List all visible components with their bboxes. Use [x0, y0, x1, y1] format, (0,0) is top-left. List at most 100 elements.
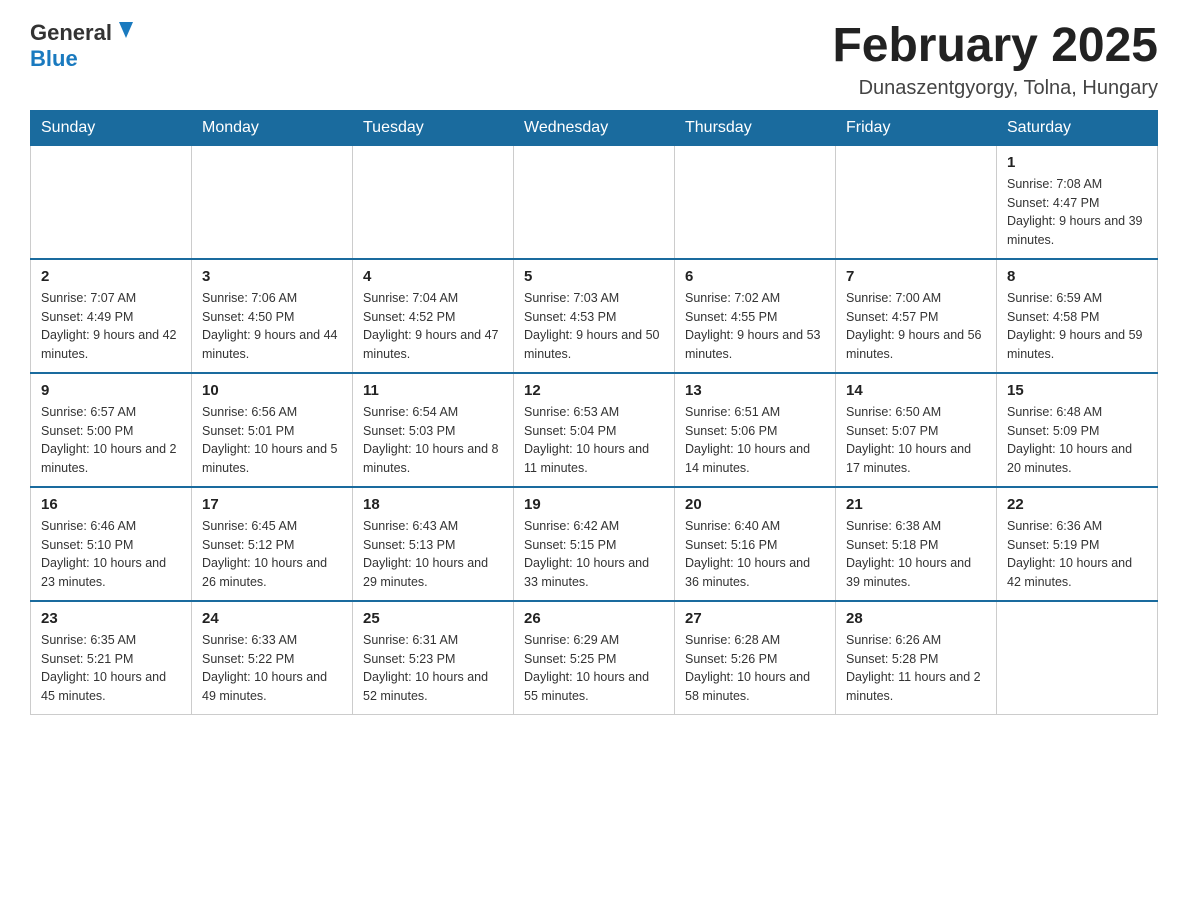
calendar-day-cell: 20 Sunrise: 6:40 AMSunset: 5:16 PMDayligh… [675, 487, 836, 601]
day-info: Sunrise: 7:07 AMSunset: 4:49 PMDaylight:… [41, 289, 181, 364]
day-number: 19 [524, 496, 664, 513]
day-info: Sunrise: 6:57 AMSunset: 5:00 PMDaylight:… [41, 403, 181, 478]
day-number: 24 [202, 610, 342, 627]
day-info: Sunrise: 6:43 AMSunset: 5:13 PMDaylight:… [363, 517, 503, 592]
day-of-week-header: Tuesday [353, 110, 514, 145]
day-info: Sunrise: 7:06 AMSunset: 4:50 PMDaylight:… [202, 289, 342, 364]
calendar-week-row: 1 Sunrise: 7:08 AMSunset: 4:47 PMDaylight… [31, 145, 1158, 259]
page-header: General Blue February 2025 Dunaszentgyor… [30, 20, 1158, 100]
day-info: Sunrise: 6:54 AMSunset: 5:03 PMDaylight:… [363, 403, 503, 478]
day-number: 13 [685, 382, 825, 399]
day-number: 23 [41, 610, 181, 627]
calendar-day-cell: 27 Sunrise: 6:28 AMSunset: 5:26 PMDayligh… [675, 601, 836, 715]
calendar-day-cell: 18 Sunrise: 6:43 AMSunset: 5:13 PMDayligh… [353, 487, 514, 601]
day-number: 6 [685, 268, 825, 285]
day-number: 18 [363, 496, 503, 513]
calendar-week-row: 16 Sunrise: 6:46 AMSunset: 5:10 PMDayligh… [31, 487, 1158, 601]
day-of-week-header: Friday [836, 110, 997, 145]
day-of-week-header: Saturday [997, 110, 1158, 145]
day-info: Sunrise: 7:00 AMSunset: 4:57 PMDaylight:… [846, 289, 986, 364]
calendar-day-cell: 10Sunrise: 6:56 AMSunset: 5:01 PMDayligh… [192, 373, 353, 487]
calendar-day-cell [997, 601, 1158, 715]
day-number: 8 [1007, 268, 1147, 285]
calendar-day-cell [31, 145, 192, 259]
calendar-day-cell: 1 Sunrise: 7:08 AMSunset: 4:47 PMDaylight… [997, 145, 1158, 259]
calendar-day-cell [836, 145, 997, 259]
day-number: 11 [363, 382, 503, 399]
day-info: Sunrise: 6:45 AMSunset: 5:12 PMDaylight:… [202, 517, 342, 592]
day-number: 26 [524, 610, 664, 627]
day-of-week-header: Thursday [675, 110, 836, 145]
calendar-day-cell: 16 Sunrise: 6:46 AMSunset: 5:10 PMDayligh… [31, 487, 192, 601]
calendar-day-cell: 17 Sunrise: 6:45 AMSunset: 5:12 PMDayligh… [192, 487, 353, 601]
calendar-day-cell: 12 Sunrise: 6:53 AMSunset: 5:04 PMDayligh… [514, 373, 675, 487]
calendar-day-cell [192, 145, 353, 259]
calendar-day-cell: 8 Sunrise: 6:59 AMSunset: 4:58 PMDaylight… [997, 259, 1158, 373]
calendar-day-cell: 19 Sunrise: 6:42 AMSunset: 5:15 PMDayligh… [514, 487, 675, 601]
calendar-day-cell: 5Sunrise: 7:03 AMSunset: 4:53 PMDaylight… [514, 259, 675, 373]
location-subtitle: Dunaszentgyorgy, Tolna, Hungary [832, 77, 1158, 100]
day-info: Sunrise: 6:38 AMSunset: 5:18 PMDaylight:… [846, 517, 986, 592]
calendar-day-cell [353, 145, 514, 259]
day-number: 25 [363, 610, 503, 627]
day-number: 27 [685, 610, 825, 627]
calendar-day-cell [514, 145, 675, 259]
day-number: 2 [41, 268, 181, 285]
day-number: 22 [1007, 496, 1147, 513]
day-of-week-header: Sunday [31, 110, 192, 145]
logo: General Blue [30, 20, 137, 72]
day-of-week-header: Wednesday [514, 110, 675, 145]
day-number: 16 [41, 496, 181, 513]
calendar-day-cell: 3 Sunrise: 7:06 AMSunset: 4:50 PMDaylight… [192, 259, 353, 373]
logo-general-text: General [30, 20, 112, 46]
title-area: February 2025 Dunaszentgyorgy, Tolna, Hu… [832, 20, 1158, 100]
day-info: Sunrise: 7:03 AMSunset: 4:53 PMDaylight:… [524, 289, 664, 364]
calendar-week-row: 2 Sunrise: 7:07 AMSunset: 4:49 PMDaylight… [31, 259, 1158, 373]
day-info: Sunrise: 6:51 AMSunset: 5:06 PMDaylight:… [685, 403, 825, 478]
calendar-day-cell: 7 Sunrise: 7:00 AMSunset: 4:57 PMDaylight… [836, 259, 997, 373]
day-number: 7 [846, 268, 986, 285]
day-number: 1 [1007, 154, 1147, 171]
day-info: Sunrise: 6:42 AMSunset: 5:15 PMDaylight:… [524, 517, 664, 592]
calendar-day-cell: 14Sunrise: 6:50 AMSunset: 5:07 PMDayligh… [836, 373, 997, 487]
day-info: Sunrise: 7:04 AMSunset: 4:52 PMDaylight:… [363, 289, 503, 364]
day-of-week-header: Monday [192, 110, 353, 145]
calendar-week-row: 9 Sunrise: 6:57 AMSunset: 5:00 PMDaylight… [31, 373, 1158, 487]
day-number: 20 [685, 496, 825, 513]
day-info: Sunrise: 6:29 AMSunset: 5:25 PMDaylight:… [524, 631, 664, 706]
logo-arrow-icon [115, 20, 137, 45]
day-number: 10 [202, 382, 342, 399]
day-info: Sunrise: 6:26 AMSunset: 5:28 PMDaylight:… [846, 631, 986, 706]
day-number: 17 [202, 496, 342, 513]
day-info: Sunrise: 6:36 AMSunset: 5:19 PMDaylight:… [1007, 517, 1147, 592]
calendar-week-row: 23 Sunrise: 6:35 AMSunset: 5:21 PMDayligh… [31, 601, 1158, 715]
day-number: 28 [846, 610, 986, 627]
day-info: Sunrise: 6:48 AMSunset: 5:09 PMDaylight:… [1007, 403, 1147, 478]
calendar-day-cell: 11 Sunrise: 6:54 AMSunset: 5:03 PMDayligh… [353, 373, 514, 487]
day-info: Sunrise: 6:35 AMSunset: 5:21 PMDaylight:… [41, 631, 181, 706]
day-number: 21 [846, 496, 986, 513]
calendar-day-cell: 28 Sunrise: 6:26 AMSunset: 5:28 PMDayligh… [836, 601, 997, 715]
day-number: 3 [202, 268, 342, 285]
month-title: February 2025 [832, 20, 1158, 73]
calendar-day-cell [675, 145, 836, 259]
day-number: 9 [41, 382, 181, 399]
day-info: Sunrise: 6:28 AMSunset: 5:26 PMDaylight:… [685, 631, 825, 706]
day-info: Sunrise: 6:46 AMSunset: 5:10 PMDaylight:… [41, 517, 181, 592]
day-info: Sunrise: 6:31 AMSunset: 5:23 PMDaylight:… [363, 631, 503, 706]
day-number: 4 [363, 268, 503, 285]
calendar-day-cell: 2 Sunrise: 7:07 AMSunset: 4:49 PMDaylight… [31, 259, 192, 373]
calendar-day-cell: 6Sunrise: 7:02 AMSunset: 4:55 PMDaylight… [675, 259, 836, 373]
calendar-day-cell: 4 Sunrise: 7:04 AMSunset: 4:52 PMDaylight… [353, 259, 514, 373]
day-number: 14 [846, 382, 986, 399]
calendar-day-cell: 23 Sunrise: 6:35 AMSunset: 5:21 PMDayligh… [31, 601, 192, 715]
day-info: Sunrise: 7:08 AMSunset: 4:47 PMDaylight:… [1007, 175, 1147, 250]
day-number: 12 [524, 382, 664, 399]
calendar-day-cell: 21 Sunrise: 6:38 AMSunset: 5:18 PMDayligh… [836, 487, 997, 601]
calendar-header-row: SundayMondayTuesdayWednesdayThursdayFrid… [31, 110, 1158, 145]
day-info: Sunrise: 6:53 AMSunset: 5:04 PMDaylight:… [524, 403, 664, 478]
calendar-day-cell: 9 Sunrise: 6:57 AMSunset: 5:00 PMDaylight… [31, 373, 192, 487]
logo-blue-text: Blue [30, 46, 78, 72]
day-info: Sunrise: 6:59 AMSunset: 4:58 PMDaylight:… [1007, 289, 1147, 364]
day-info: Sunrise: 6:40 AMSunset: 5:16 PMDaylight:… [685, 517, 825, 592]
